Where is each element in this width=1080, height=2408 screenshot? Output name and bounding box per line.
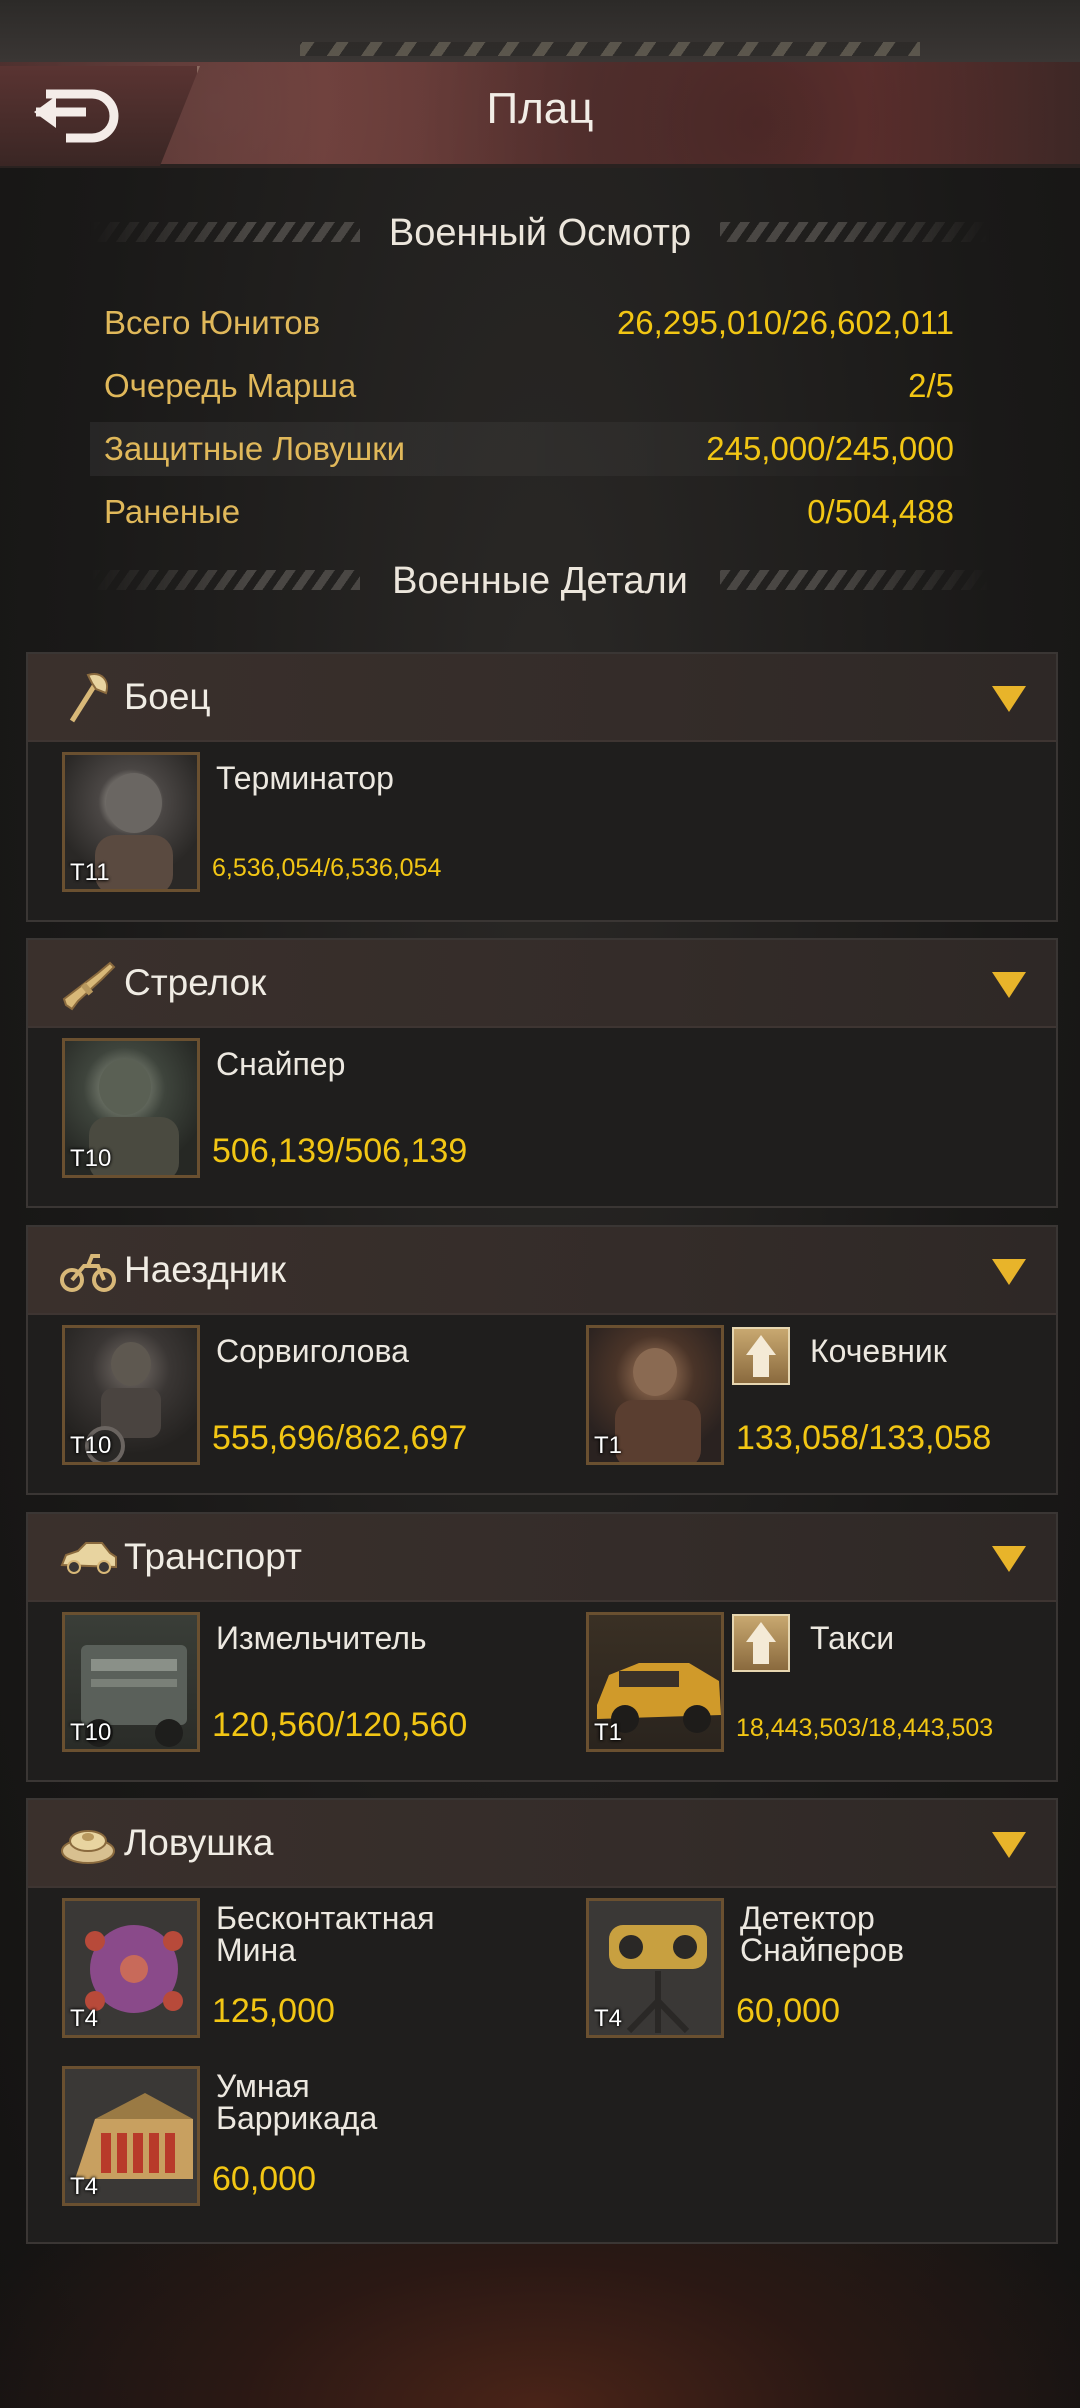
- overview-title: Военный Осмотр: [388, 211, 692, 254]
- details-title-bar: Военные Детали: [0, 556, 1080, 606]
- mine-icon: [61, 1830, 115, 1864]
- axe-icon: [69, 673, 108, 723]
- overview-title-bar: Военный Осмотр: [0, 208, 1080, 258]
- category-panel-fighter: Боец T11 Терминатор 6,536,054/6,536,054: [26, 652, 1058, 922]
- category-panel-transport: Транспорт T10 Измельчитель 120,560/120,5…: [26, 1512, 1058, 1782]
- unit-tier: T1: [594, 1432, 623, 1459]
- unit-tier: T11: [70, 859, 110, 886]
- unit-count: 60,000: [736, 1992, 840, 2030]
- chevron-down-icon[interactable]: [992, 1259, 1026, 1285]
- stat-label: Всего Юнитов: [104, 304, 321, 341]
- unit-count: 506,139/506,139: [212, 1132, 468, 1170]
- unit-tier: T1: [594, 1719, 623, 1746]
- car-icon: [60, 1542, 117, 1574]
- unit-count: 60,000: [212, 2160, 316, 2198]
- unit-tier: T10: [70, 1719, 112, 1746]
- category-name: Боец: [124, 676, 211, 717]
- stat-label: Защитные Ловушки: [104, 430, 406, 467]
- unit-portrait: T10: [62, 1038, 200, 1178]
- category-header[interactable]: Ловушка: [28, 1800, 1056, 1888]
- unit-name-line: Умная: [216, 2068, 310, 2104]
- details-title: Военные Детали: [392, 559, 688, 602]
- unit-card[interactable]: T4 Умная Баррикада 60,000: [62, 2066, 542, 2216]
- chevron-down-icon[interactable]: [992, 1546, 1026, 1572]
- stat-value: 26,295,010/26,602,011: [616, 304, 954, 341]
- unit-portrait: T1: [586, 1612, 724, 1752]
- category-header[interactable]: Стрелок: [28, 940, 1056, 1028]
- unit-name: Умная Баррикада: [216, 2070, 377, 2134]
- unit-tier: T4: [70, 2173, 99, 2200]
- unit-name-line: Баррикада: [216, 2100, 378, 2136]
- category-name: Транспорт: [124, 1536, 302, 1577]
- unit-card[interactable]: T4 Бесконтактная Мина 125,000: [62, 1898, 542, 2048]
- unit-name: Кочевник: [810, 1333, 947, 1369]
- unit-name: Сорвиголова: [216, 1333, 409, 1369]
- unit-name-line: Мина: [216, 1932, 296, 1968]
- stat-defense-traps: Защитные Ловушки 245,000/245,000: [90, 422, 990, 476]
- unit-name: Детектор Снайперов: [740, 1902, 904, 1966]
- stat-wounded: Раненые 0/504,488: [90, 485, 990, 539]
- unit-name: Бесконтактная Мина: [216, 1902, 435, 1966]
- unit-card[interactable]: T1 Кочевник 133,058/133,058: [586, 1325, 1066, 1475]
- stat-march-queue: Очередь Марша 2/5: [90, 359, 990, 413]
- page-title: Плац: [486, 84, 594, 133]
- stat-value: 2/5: [908, 367, 954, 404]
- unit-name: Такси: [810, 1620, 895, 1656]
- stat-label: Очередь Марша: [104, 367, 357, 404]
- upgrade-arrow-icon[interactable]: [732, 1327, 790, 1385]
- upgrade-arrow-icon[interactable]: [732, 1614, 790, 1672]
- stat-total-units: Всего Юнитов 26,295,010/26,602,011: [90, 296, 990, 350]
- stat-value: 245,000/245,000: [706, 430, 954, 467]
- unit-tier: T4: [70, 2005, 99, 2032]
- category-header[interactable]: Боец: [28, 654, 1056, 742]
- unit-tier: T10: [70, 1432, 112, 1459]
- unit-portrait: T10: [62, 1612, 200, 1752]
- stat-value: 0/504,488: [807, 493, 954, 530]
- category-name: Стрелок: [124, 962, 267, 1003]
- unit-count: 6,536,054/6,536,054: [212, 854, 442, 882]
- unit-name: Измельчитель: [216, 1620, 427, 1656]
- unit-card[interactable]: T10 Измельчитель 120,560/120,560: [62, 1612, 542, 1762]
- unit-tier: T4: [594, 2005, 623, 2032]
- unit-count: 133,058/133,058: [736, 1419, 992, 1457]
- category-header[interactable]: Наездник: [28, 1227, 1056, 1315]
- unit-tier: T10: [70, 1145, 112, 1172]
- category-name: Ловушка: [124, 1822, 274, 1863]
- unit-count: 125,000: [212, 1992, 335, 2030]
- unit-card[interactable]: T10 Снайпер 506,139/506,139: [62, 1038, 542, 1188]
- unit-portrait: T11: [62, 752, 200, 892]
- unit-name-line: Снайперов: [740, 1932, 905, 1968]
- motorcycle-icon: [60, 1254, 116, 1292]
- unit-name: Терминатор: [216, 760, 394, 796]
- chevron-down-icon[interactable]: [992, 972, 1026, 998]
- category-header[interactable]: Транспорт: [28, 1514, 1056, 1602]
- category-name: Наездник: [124, 1249, 287, 1290]
- chevron-down-icon[interactable]: [992, 1832, 1026, 1858]
- stat-label: Раненые: [104, 493, 241, 530]
- unit-portrait: T4: [586, 1898, 724, 2038]
- category-panel-rider: Наездник T10 Сорвиголова 555,696/862,697…: [26, 1225, 1058, 1495]
- unit-card[interactable]: T11 Терминатор 6,536,054/6,536,054: [62, 752, 542, 902]
- category-panel-trap: Ловушка T4 Бесконтактная Мина 125,000 T4…: [26, 1798, 1058, 2244]
- unit-count: 120,560/120,560: [212, 1706, 468, 1744]
- unit-name-line: Детектор: [740, 1900, 875, 1936]
- unit-portrait: T1: [586, 1325, 724, 1465]
- unit-portrait: T4: [62, 1898, 200, 2038]
- unit-card[interactable]: T1 Такси 18,443,503/18,443,503: [586, 1612, 1066, 1762]
- unit-name-line: Бесконтактная: [216, 1900, 435, 1936]
- top-strip: [0, 0, 1080, 62]
- rifle-icon: [62, 961, 116, 1011]
- unit-card[interactable]: T4 Детектор Снайперов 60,000: [586, 1898, 1066, 2048]
- unit-count: 555,696/862,697: [212, 1419, 468, 1457]
- chevron-down-icon[interactable]: [992, 686, 1026, 712]
- unit-card[interactable]: T10 Сорвиголова 555,696/862,697: [62, 1325, 542, 1475]
- unit-name: Снайпер: [216, 1046, 346, 1082]
- unit-count: 18,443,503/18,443,503: [736, 1714, 994, 1742]
- category-panel-shooter: Стрелок T10 Снайпер 506,139/506,139: [26, 938, 1058, 1208]
- unit-portrait: T4: [62, 2066, 200, 2206]
- unit-portrait: T10: [62, 1325, 200, 1465]
